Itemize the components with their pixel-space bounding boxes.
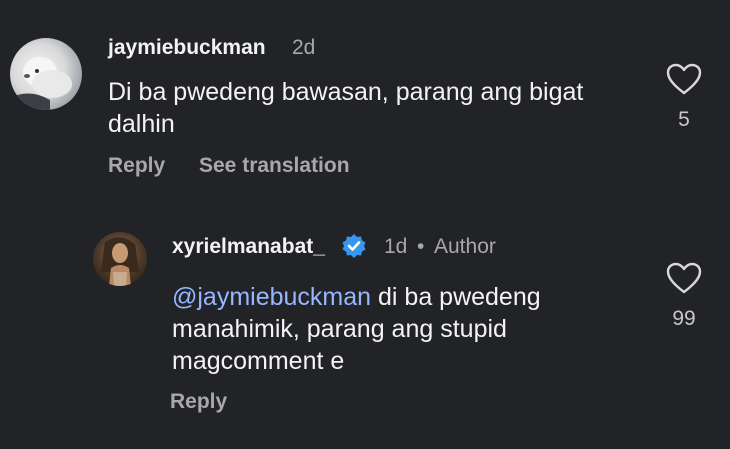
comment-text-line: @jaymiebuckman di ba pwedeng bbox=[172, 281, 632, 313]
comment-text-line: manahimik, parang ang stupid bbox=[172, 315, 507, 343]
author-badge: Author bbox=[434, 235, 496, 258]
like-button[interactable] bbox=[666, 63, 702, 100]
comment-text-line: Di ba pwedeng bawasan, parang ang bigat bbox=[108, 78, 584, 106]
comment-xyrielmanabat: xyrielmanabat_ 1d • Author @jaymiebuckma… bbox=[0, 190, 730, 449]
comment-timestamp: 2d bbox=[292, 36, 316, 59]
heart-outline-icon bbox=[666, 63, 702, 95]
avatar-xyrielmanabat[interactable] bbox=[93, 232, 147, 286]
avatar-image bbox=[10, 57, 72, 110]
comment-text-fragment: di ba pwedeng bbox=[371, 283, 541, 311]
comment-username[interactable]: xyrielmanabat_ bbox=[172, 235, 325, 259]
comment-text: @jaymiebuckman di ba pwedeng manahimik, … bbox=[172, 281, 632, 377]
comment-text-line: magcomment e bbox=[172, 347, 345, 375]
reply-button[interactable]: Reply bbox=[108, 154, 165, 178]
like-count: 99 bbox=[672, 307, 696, 330]
avatar-image bbox=[101, 237, 139, 286]
like-button[interactable] bbox=[666, 262, 702, 299]
like-count: 5 bbox=[678, 108, 690, 131]
see-translation-button[interactable]: See translation bbox=[199, 154, 350, 178]
avatar-jaymiebuckman[interactable] bbox=[10, 38, 82, 110]
comment-text-line: dalhin bbox=[108, 110, 175, 138]
reply-button[interactable]: Reply bbox=[170, 390, 227, 414]
comment-timestamp: 1d bbox=[384, 235, 408, 258]
comment-username[interactable]: jaymiebuckman bbox=[108, 36, 266, 60]
mention-link[interactable]: @jaymiebuckman bbox=[172, 283, 371, 311]
meta-separator: • bbox=[417, 235, 425, 258]
verified-badge-icon bbox=[341, 233, 367, 264]
heart-outline-icon bbox=[666, 262, 702, 294]
comment-text: Di ba pwedeng bawasan, parang ang bigat … bbox=[108, 76, 648, 140]
comment-jaymiebuckman: jaymiebuckman 2d Di ba pwedeng bawasan, … bbox=[0, 0, 730, 190]
